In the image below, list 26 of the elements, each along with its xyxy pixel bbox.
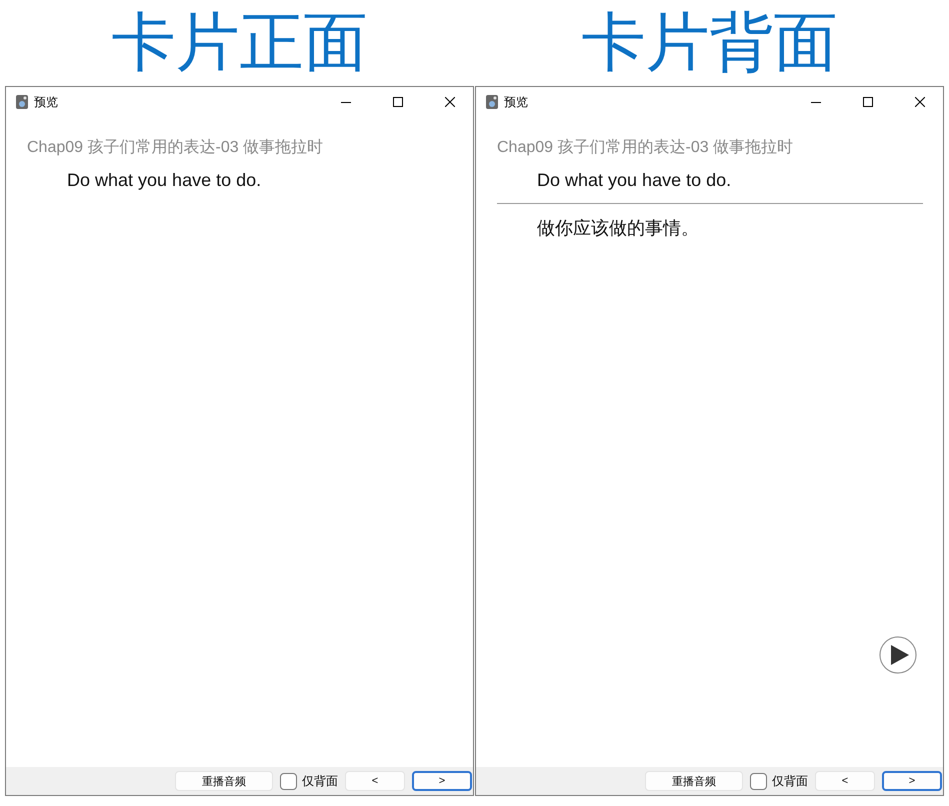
card-front-text: Do what you have to do. xyxy=(66,170,262,191)
previous-button[interactable]: < xyxy=(345,771,405,791)
next-button[interactable]: > xyxy=(412,771,472,791)
back-only-label: 仅背面 xyxy=(302,772,338,790)
back-only-label: 仅背面 xyxy=(772,772,808,790)
close-icon xyxy=(445,97,455,107)
close-icon xyxy=(915,97,925,107)
window-title: 预览 xyxy=(34,94,59,110)
replay-audio-button[interactable]: 重播音频 xyxy=(175,771,273,791)
heading: 卡片正面 xyxy=(110,5,368,82)
next-button[interactable]: > xyxy=(882,771,942,791)
maximize-icon xyxy=(863,97,873,107)
previous-button[interactable]: < xyxy=(815,771,875,791)
window-title: 预览 xyxy=(504,94,529,110)
deck-name: Chap09 孩子们常用的表达-03 做事拖拉时 xyxy=(497,138,794,158)
deck-name: Chap09 孩子们常用的表达-03 做事拖拉时 xyxy=(27,138,324,158)
maximize-icon xyxy=(393,97,403,107)
card-back-text: 做你应该做的事情。 xyxy=(536,217,700,240)
play-button[interactable] xyxy=(879,636,917,674)
app-icon xyxy=(16,95,28,109)
back-only-checkbox[interactable] xyxy=(280,772,297,790)
replay-audio-button[interactable]: 重播音频 xyxy=(645,771,743,791)
heading: 卡片背面 xyxy=(580,5,838,82)
back-only-checkbox[interactable] xyxy=(750,772,767,790)
app-icon xyxy=(486,95,498,109)
card-front-text: Do what you have to do. xyxy=(536,170,732,191)
